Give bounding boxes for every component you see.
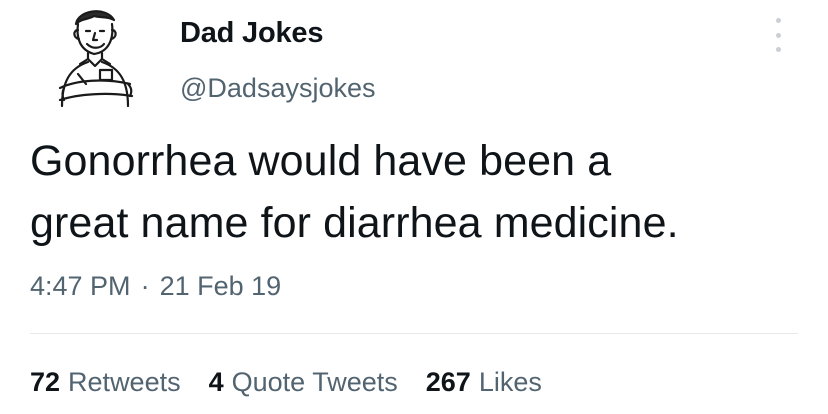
vertical-ellipsis-icon (775, 18, 781, 23)
more-options-button[interactable] (772, 18, 784, 52)
quote-tweets-count: 4 (208, 367, 224, 397)
tweet-date: 21 Feb 19 (159, 271, 282, 301)
retweets-label: Retweets (68, 367, 181, 397)
ellipsis-dot (775, 32, 781, 38)
retweets-stat[interactable]: 72 Retweets (30, 364, 181, 400)
retweets-count: 72 (30, 367, 61, 397)
tweet-text: Gonorrhea would have been a great name f… (30, 130, 810, 254)
likes-label: Likes (478, 367, 542, 397)
display-name[interactable]: Dad Jokes (180, 14, 376, 52)
ellipsis-dot (775, 47, 781, 52)
tweet-card: Dad Jokes @Dadsaysjokes Gonorrhea would … (0, 0, 828, 414)
tweet-time: 4:47 PM (30, 271, 131, 301)
quote-tweets-label: Quote Tweets (231, 367, 398, 397)
meta-separator: · (140, 271, 150, 301)
author-info: Dad Jokes @Dadsaysjokes (180, 14, 376, 106)
tweet-text-line: great name for diarrhea medicine. (30, 199, 679, 247)
quote-tweets-stat[interactable]: 4 Quote Tweets (209, 364, 398, 400)
likes-stat[interactable]: 267 Likes (426, 364, 542, 400)
user-handle[interactable]: @Dadsaysjokes (180, 70, 376, 106)
tweet-text-line: Gonorrhea would have been a (30, 137, 612, 185)
divider (30, 333, 798, 334)
avatar[interactable] (48, 4, 144, 108)
tweet-timestamp[interactable]: 4:47 PM · 21 Feb 19 (30, 268, 281, 304)
cartoon-dad-avatar-icon (58, 10, 134, 108)
likes-count: 267 (425, 367, 471, 397)
engagement-stats: 72 Retweets 4 Quote Tweets 267 Likes (30, 364, 570, 400)
